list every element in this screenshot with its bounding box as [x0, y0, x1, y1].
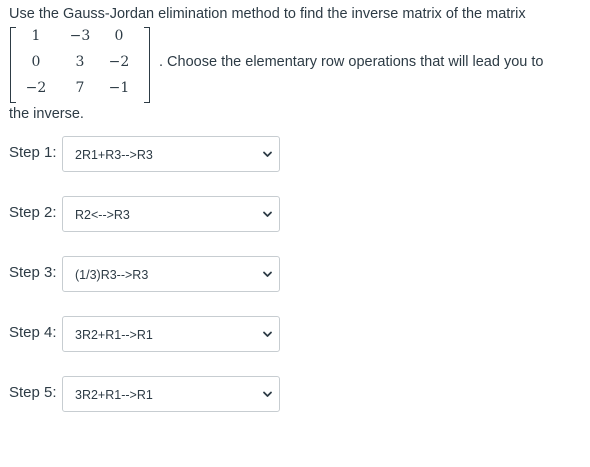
chevron-down-icon — [263, 151, 272, 157]
chevron-down-icon — [263, 271, 272, 277]
step-label: Step 1: — [9, 144, 57, 161]
matrix: 1 −3 0 0 3 −2 −2 7 −1 — [10, 25, 150, 103]
chevron-down-icon — [263, 331, 272, 337]
question-ending: the inverse. — [9, 106, 84, 122]
step-label: Step 5: — [9, 384, 57, 401]
matrix-cell: 3 — [75, 54, 85, 70]
select-value: R2<-->R3 — [75, 208, 130, 222]
step-label: Step 4: — [9, 324, 57, 341]
matrix-right-bracket — [144, 27, 150, 103]
matrix-line: 1 −3 0 0 3 −2 −2 7 −1 . Choose the eleme… — [9, 25, 584, 105]
step-label: Step 2: — [9, 204, 57, 221]
select-value: 2R1+R3-->R3 — [75, 148, 153, 162]
step-4-select[interactable]: 3R2+R1-->R1 — [62, 316, 280, 352]
question-intro: Use the Gauss-Jordan elimination method … — [9, 6, 526, 22]
select-value: (1/3)R3-->R3 — [75, 268, 149, 282]
chevron-down-icon — [263, 391, 272, 397]
matrix-cell: −1 — [108, 80, 130, 96]
step-1: Step 1: 2R1+R3-->R3 — [9, 136, 589, 172]
select-value: 3R2+R1-->R1 — [75, 328, 153, 342]
step-5-select[interactable]: 3R2+R1-->R1 — [62, 376, 280, 412]
step-3-select[interactable]: (1/3)R3-->R3 — [62, 256, 280, 292]
select-value: 3R2+R1-->R1 — [75, 388, 153, 402]
step-2-select[interactable]: R2<-->R3 — [62, 196, 280, 232]
question-text: Use the Gauss-Jordan elimination method … — [9, 5, 584, 123]
step-label: Step 3: — [9, 264, 57, 281]
matrix-cell: 0 — [114, 28, 124, 44]
step-3: Step 3: (1/3)R3-->R3 — [9, 256, 589, 292]
step-2: Step 2: R2<-->R3 — [9, 196, 589, 232]
chevron-down-icon — [263, 211, 272, 217]
matrix-cell: −2 — [25, 80, 47, 96]
question-suffix: . Choose the elementary row operations t… — [159, 54, 544, 70]
step-5: Step 5: 3R2+R1-->R1 — [9, 376, 589, 412]
matrix-cell: −3 — [69, 28, 91, 44]
step-1-select[interactable]: 2R1+R3-->R3 — [62, 136, 280, 172]
matrix-cell: 0 — [31, 54, 41, 70]
matrix-cell: −2 — [108, 54, 130, 70]
matrix-cell: 1 — [31, 28, 41, 44]
step-4: Step 4: 3R2+R1-->R1 — [9, 316, 589, 352]
matrix-cell: 7 — [75, 80, 85, 96]
